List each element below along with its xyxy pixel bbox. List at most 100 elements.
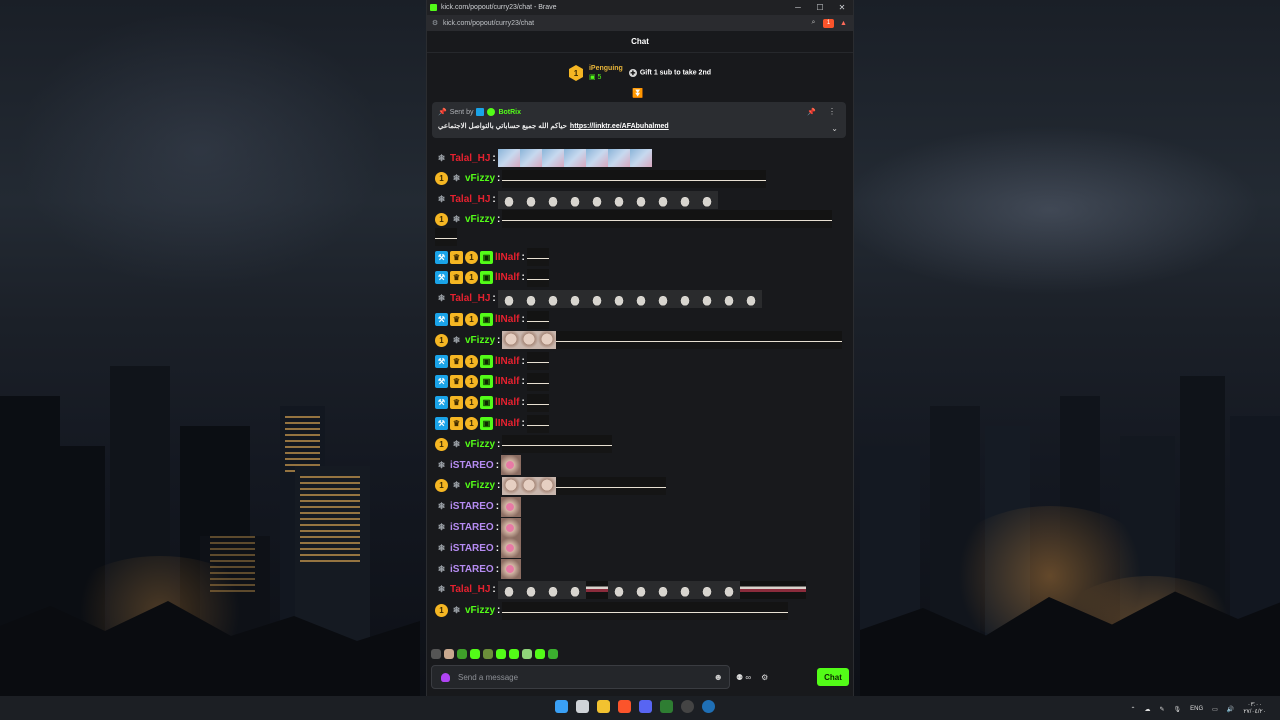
obs-icon[interactable] bbox=[681, 700, 694, 713]
emote-dark[interactable] bbox=[502, 210, 525, 229]
crown-badge-icon[interactable]: ♛ bbox=[450, 271, 463, 285]
emote-dark[interactable] bbox=[710, 331, 733, 350]
snow-badge-icon[interactable]: ❄ bbox=[435, 292, 448, 305]
emote-puff[interactable] bbox=[585, 190, 608, 209]
emote-dark[interactable] bbox=[810, 210, 833, 229]
emote-puff[interactable] bbox=[563, 580, 586, 599]
snow-badge-icon[interactable]: ❄ bbox=[435, 459, 448, 472]
chat-username[interactable]: lINalf bbox=[495, 314, 519, 325]
emote-puff[interactable] bbox=[497, 580, 520, 599]
emote-puff[interactable] bbox=[695, 289, 718, 308]
mod-badge-icon[interactable]: ⚒ bbox=[435, 375, 448, 389]
emote-puff[interactable] bbox=[497, 289, 520, 308]
emote-dark[interactable] bbox=[546, 601, 569, 620]
emote-puff[interactable] bbox=[563, 289, 586, 308]
recent-emote[interactable] bbox=[431, 649, 441, 659]
mod-badge-icon[interactable]: ⚒ bbox=[435, 250, 448, 264]
chat-username[interactable]: vFizzy bbox=[465, 480, 495, 491]
snow-badge-icon[interactable]: ❄ bbox=[435, 500, 448, 513]
emote-dark[interactable] bbox=[788, 210, 811, 229]
emote-dark[interactable] bbox=[744, 210, 767, 229]
snow-badge-icon[interactable]: ❄ bbox=[450, 479, 463, 492]
emote-dark[interactable] bbox=[546, 210, 569, 229]
crown-badge-icon[interactable]: ♛ bbox=[450, 250, 463, 264]
mod-badge-icon[interactable]: ⚒ bbox=[435, 396, 448, 410]
crown-badge-icon[interactable]: ♛ bbox=[450, 354, 463, 368]
chat-username[interactable]: lINalf bbox=[495, 397, 519, 408]
emote-dark[interactable] bbox=[590, 601, 613, 620]
emote-dark[interactable] bbox=[634, 169, 657, 188]
sub-badge-icon[interactable]: 1 bbox=[435, 604, 448, 618]
gift-sub-prompt[interactable]: ✚ Gift 1 sub to take 2nd bbox=[628, 69, 711, 77]
emote-dark[interactable] bbox=[798, 331, 821, 350]
snow-badge-icon[interactable]: ❄ bbox=[450, 213, 463, 226]
sub-badge-icon[interactable]: 1 bbox=[465, 396, 478, 410]
chat-username[interactable]: lINalf bbox=[495, 252, 519, 263]
emote-dark[interactable] bbox=[700, 601, 723, 620]
emote-dark[interactable] bbox=[776, 331, 799, 350]
emote-dark[interactable] bbox=[688, 331, 711, 350]
crown-badge-icon[interactable]: ♛ bbox=[450, 417, 463, 431]
emote-dark[interactable] bbox=[644, 476, 667, 495]
emote-dark[interactable] bbox=[820, 331, 843, 350]
emote-blue[interactable] bbox=[541, 149, 564, 167]
emote-dark[interactable] bbox=[678, 169, 701, 188]
brave-taskbar-icon[interactable] bbox=[618, 700, 631, 713]
emote-dark[interactable] bbox=[634, 210, 657, 229]
emote-puff[interactable] bbox=[673, 289, 696, 308]
snow-badge-icon[interactable]: ❄ bbox=[450, 172, 463, 185]
zoom-icon[interactable]: ⌕ bbox=[808, 19, 819, 28]
chat-username[interactable]: Talal_HJ bbox=[450, 293, 490, 304]
chat-username[interactable]: lINalf bbox=[495, 376, 519, 387]
sub-badge-icon[interactable]: 1 bbox=[435, 212, 448, 226]
minimize-button[interactable]: ─ bbox=[787, 3, 809, 12]
emote-dark[interactable] bbox=[744, 601, 767, 620]
emote-puff[interactable] bbox=[695, 190, 718, 209]
emote-bar[interactable] bbox=[761, 580, 784, 599]
start-icon[interactable] bbox=[555, 700, 568, 713]
emote-face[interactable] bbox=[538, 331, 557, 350]
snow-badge-icon[interactable]: ❄ bbox=[450, 334, 463, 347]
task-view-icon[interactable] bbox=[576, 700, 589, 713]
emote-blue[interactable] bbox=[629, 149, 652, 167]
sub-badge-icon[interactable]: 1 bbox=[465, 375, 478, 389]
emote-dark[interactable] bbox=[744, 169, 767, 188]
chat-username[interactable]: iSTAREO bbox=[450, 543, 494, 554]
sub-badge-icon[interactable]: 1 bbox=[465, 250, 478, 264]
message-input[interactable]: Send a message ☻ bbox=[431, 665, 730, 689]
emote-blue[interactable] bbox=[519, 149, 542, 167]
sub-badge-icon[interactable]: 1 bbox=[465, 271, 478, 285]
recent-emote[interactable] bbox=[509, 649, 519, 659]
emote-dark[interactable] bbox=[524, 169, 547, 188]
emote-dark[interactable] bbox=[590, 435, 613, 454]
clock[interactable]: ٠٣:٠٠ ٢٧/٠٤/٢٠ bbox=[1243, 702, 1266, 716]
network-icon[interactable]: ▭ bbox=[1212, 706, 1218, 713]
recent-emote[interactable] bbox=[483, 649, 493, 659]
emote-puff[interactable] bbox=[629, 190, 652, 209]
snow-badge-icon[interactable]: ❄ bbox=[450, 604, 463, 617]
emote-dark[interactable] bbox=[526, 414, 549, 433]
emote-face[interactable] bbox=[520, 331, 539, 350]
chat-username[interactable]: lINalf bbox=[495, 418, 519, 429]
emote-bar[interactable] bbox=[585, 580, 608, 599]
maximize-button[interactable]: ☐ bbox=[809, 3, 831, 12]
mod-badge-icon[interactable]: ⚒ bbox=[435, 417, 448, 431]
sub-badge-icon[interactable]: 1 bbox=[435, 333, 448, 347]
emote-puff[interactable] bbox=[519, 289, 542, 308]
emote-blue[interactable] bbox=[497, 149, 520, 167]
emote-dark[interactable] bbox=[666, 331, 689, 350]
gift-badge-icon[interactable]: ▣ bbox=[480, 396, 493, 410]
emote-puff[interactable] bbox=[541, 289, 564, 308]
gift-badge-icon[interactable]: ▣ bbox=[480, 271, 493, 285]
crown-badge-icon[interactable]: ♛ bbox=[450, 375, 463, 389]
emote-dark[interactable] bbox=[656, 210, 679, 229]
emote-dark[interactable] bbox=[766, 601, 789, 620]
settings-gear-icon[interactable]: ⚙ bbox=[761, 673, 768, 682]
emote-dark[interactable] bbox=[644, 331, 667, 350]
emote-puff[interactable] bbox=[607, 580, 630, 599]
site-settings-icon[interactable]: ⚙ bbox=[427, 19, 443, 27]
emote-puff[interactable] bbox=[739, 289, 762, 308]
steam-icon[interactable] bbox=[702, 700, 715, 713]
pin-icon[interactable]: 📌 bbox=[807, 108, 816, 116]
emote-dark[interactable] bbox=[622, 331, 645, 350]
